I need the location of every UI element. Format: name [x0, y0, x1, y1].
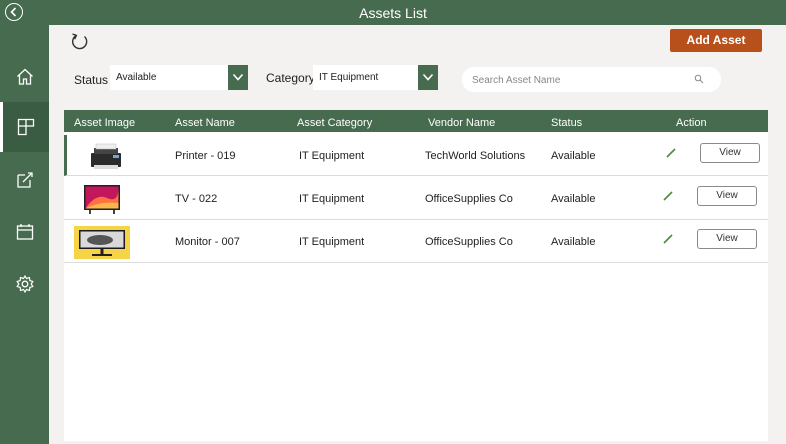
view-button[interactable]: View — [697, 186, 757, 206]
sidebar-item-calendar[interactable] — [0, 207, 49, 257]
pencil-icon[interactable] — [665, 147, 677, 159]
sidebar-item-home[interactable] — [0, 52, 49, 102]
category-filter-label: Category — [266, 71, 315, 85]
asset-category: IT Equipment — [299, 236, 365, 248]
table-row[interactable]: Monitor - 007 IT Equipment OfficeSupplie… — [64, 221, 768, 263]
status-value: Available — [551, 193, 596, 205]
chevron-down-icon — [232, 73, 244, 81]
vendor-name: TechWorld Solutions — [425, 150, 526, 162]
column-header-action: Action — [676, 117, 707, 129]
assets-table: Asset Image Asset Name Asset Category Ve… — [64, 110, 768, 441]
asset-name: Monitor - 007 — [175, 236, 240, 248]
table-header: Asset Image Asset Name Asset Category Ve… — [64, 110, 768, 132]
view-button[interactable]: View — [700, 143, 760, 163]
category-dropdown-value: IT Equipment — [319, 72, 379, 83]
sidebar-item-assets[interactable] — [0, 102, 49, 152]
refresh-icon[interactable] — [69, 31, 91, 53]
category-dropdown[interactable]: IT Equipment — [313, 65, 438, 90]
status-filter-label: Status — [74, 73, 109, 87]
status-value: Available — [551, 150, 596, 162]
vendor-name: OfficeSupplies Co — [425, 236, 513, 248]
pencil-icon[interactable] — [662, 233, 674, 245]
column-header-status: Status — [551, 117, 583, 129]
pencil-icon[interactable] — [662, 190, 674, 202]
asset-image-printer — [91, 143, 121, 169]
asset-image-tv — [84, 185, 120, 214]
status-dropdown[interactable]: Available — [110, 65, 248, 90]
category-dropdown-toggle[interactable] — [418, 65, 438, 90]
status-dropdown-value: Available — [116, 72, 157, 83]
sidebar-item-assign[interactable] — [0, 155, 49, 205]
asset-name: TV - 022 — [175, 193, 218, 205]
vendor-name: OfficeSupplies Co — [425, 193, 513, 205]
table-row[interactable]: TV - 022 IT Equipment OfficeSupplies Co … — [64, 178, 768, 220]
column-header-asset-name: Asset Name — [175, 117, 235, 129]
sidebar — [0, 25, 49, 444]
chevron-down-icon — [422, 73, 434, 81]
search-icon[interactable] — [694, 74, 704, 84]
search-input[interactable] — [470, 70, 684, 91]
column-header-asset-category: Asset Category — [297, 117, 373, 129]
asset-category: IT Equipment — [299, 193, 365, 205]
layout-icon — [17, 118, 35, 136]
status-dropdown-toggle[interactable] — [228, 65, 248, 90]
edit-note-icon — [17, 172, 33, 188]
search-box[interactable] — [462, 67, 721, 92]
view-button[interactable]: View — [697, 229, 757, 249]
sidebar-item-settings[interactable] — [0, 259, 49, 309]
asset-image-monitor — [74, 226, 130, 259]
column-header-vendor-name: Vendor Name — [428, 117, 496, 129]
asset-category: IT Equipment — [299, 150, 365, 162]
home-icon — [17, 68, 33, 85]
status-value: Available — [551, 236, 596, 248]
main-content: Add Asset Status Available Category IT E… — [49, 25, 786, 444]
asset-name: Printer - 019 — [175, 150, 236, 162]
column-header-asset-image: Asset Image — [74, 117, 136, 129]
gear-icon — [16, 274, 34, 294]
title-bar: Assets List — [0, 0, 786, 25]
table-row[interactable]: Printer - 019 IT Equipment TechWorld Sol… — [64, 135, 768, 176]
page-title: Assets List — [359, 5, 427, 21]
add-asset-button[interactable]: Add Asset — [670, 29, 762, 52]
calendar-icon — [16, 224, 34, 240]
